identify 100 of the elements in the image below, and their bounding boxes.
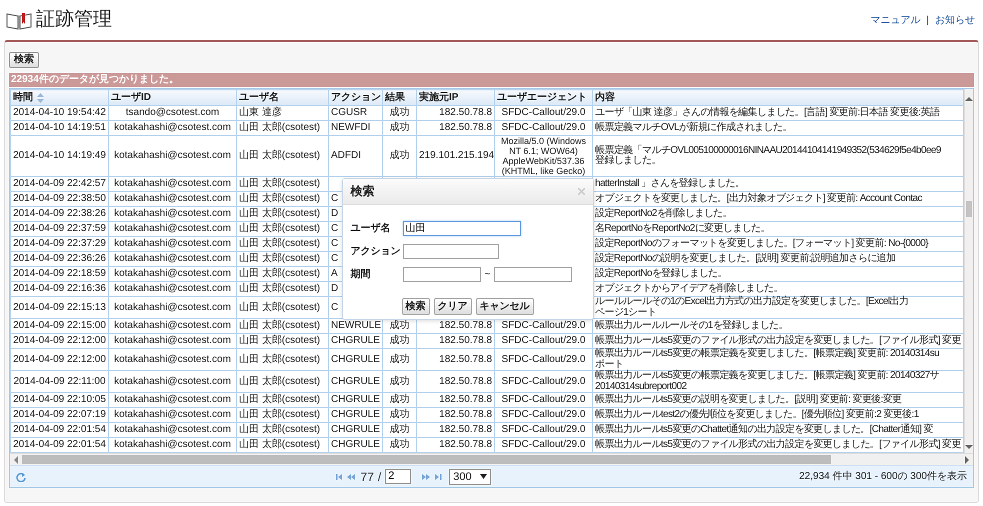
- user-name-cell: 山田 太郎(csotest): [236, 176, 328, 192]
- result-cell: 成功: [382, 408, 416, 422]
- user-agent-cell: SFDC-Callout/29.0: [494, 106, 592, 120]
- action-cell: ADFDI: [328, 136, 382, 176]
- action-cell: NEWFDI: [328, 120, 382, 136]
- ip-cell: 182.50.78.8: [416, 422, 494, 438]
- result-cell: 成功: [382, 120, 416, 136]
- user-name-cell: 山田 太郎(csotest): [236, 348, 328, 370]
- column-header[interactable]: ユーザID: [108, 90, 236, 106]
- page-number: 77: [360, 468, 374, 486]
- time-cell: 2014-04-09 22:12:00: [10, 348, 108, 370]
- input-field[interactable]: 山田: [402, 220, 520, 236]
- refresh-icon[interactable]: [16, 472, 26, 482]
- user-name-cell: 山田 太郎(csotest): [236, 266, 328, 282]
- user-name-cell: 山田 太郎(csotest): [236, 408, 328, 422]
- column-header[interactable]: 実施元IP: [416, 90, 494, 106]
- ip-cell: 182.50.78.8: [416, 106, 494, 120]
- user-id-cell: kotakahashi@csotest.com: [108, 176, 236, 192]
- user-agent-cell: SFDC-Callout/29.0: [494, 120, 592, 136]
- column-header[interactable]: ユーザ名: [236, 90, 328, 106]
- ip-cell: 182.50.78.8: [416, 392, 494, 408]
- page-size-select[interactable]: 300: [449, 468, 491, 484]
- user-name-cell: 山田 太郎(csotest): [236, 296, 328, 318]
- time-cell: 2014-04-09 22:36:26: [10, 252, 108, 266]
- dialog-button[interactable]: クリア: [434, 298, 472, 314]
- ip-cell: 219.101.215.194: [416, 136, 494, 176]
- column-header[interactable]: アクション: [328, 90, 382, 106]
- user-name-cell: 山田 太郎(csotest): [236, 222, 328, 236]
- column-header[interactable]: 結果: [382, 90, 416, 106]
- user-agent-cell: SFDC-Callout/29.0: [494, 422, 592, 438]
- content-line: 帳票出力ルールts5変更の帳票定義を変更しました。[帳票定義] 変更前: 20140327サ: [595, 371, 940, 382]
- range-separator: ~: [484, 268, 490, 282]
- scroll-down-icon[interactable]: [965, 445, 973, 449]
- user-agent-cell: SFDC-Callout/29.0: [494, 370, 592, 392]
- page-separator: /: [378, 468, 382, 486]
- time-cell: 2014-04-09 22:15:00: [10, 318, 108, 334]
- header-link[interactable]: お知らせ: [935, 12, 975, 28]
- user-name-cell: 山田 太郎(csotest): [236, 120, 328, 136]
- user-id-cell: kotakahashi@csotest.com: [108, 222, 236, 236]
- time-cell: 2014-04-09 22:07:19: [10, 408, 108, 422]
- result-cell: 成功: [382, 392, 416, 408]
- time-cell: 2014-04-09 22:15:13: [10, 296, 108, 318]
- input-field[interactable]: [402, 266, 480, 282]
- column-header[interactable]: ユーザエージェント: [494, 90, 592, 106]
- result-cell: 成功: [382, 348, 416, 370]
- search-button[interactable]: 検索: [9, 52, 39, 68]
- user-id-cell: kotakahashi@csotest.com: [108, 236, 236, 252]
- user-name-cell: 山田 太郎(csotest): [236, 136, 328, 176]
- ip-cell: 182.50.78.8: [416, 370, 494, 392]
- user-name-cell: 山田 太郎(csotest): [236, 282, 328, 296]
- next-page-icon[interactable]: [421, 472, 432, 480]
- scroll-up-icon[interactable]: [965, 97, 973, 101]
- last-page-icon[interactable]: [432, 472, 444, 480]
- action-cell: CGUSR: [328, 106, 382, 120]
- content-line: 帳票出力ルールts5変更の帳票定義を変更しました。[帳票定義] 変更前: 20140314su: [595, 349, 940, 359]
- ip-cell: 182.50.78.8: [416, 334, 494, 348]
- previous-page-icon[interactable]: [346, 472, 357, 480]
- content-cell: hatterInstall 」さんを登録しました。: [592, 176, 964, 192]
- action-cell: CHGRULE: [328, 334, 382, 348]
- time-cell: 2014-04-10 14:19:51: [10, 120, 108, 136]
- result-cell: 成功: [382, 422, 416, 438]
- time-cell: 2014-04-09 22:42:57: [10, 176, 108, 192]
- user-id-cell: kotakahashi@csotest.com: [108, 252, 236, 266]
- scrollbar-thumb[interactable]: [966, 201, 972, 217]
- time-cell: 2014-04-10 19:54:42: [10, 106, 108, 120]
- user-name-cell: 山東 達彦: [236, 106, 328, 120]
- input-field[interactable]: [402, 244, 498, 258]
- user-agent-cell: SFDC-Callout/29.0: [494, 408, 592, 422]
- content-cell: 帳票出力ルールts5変更の説明を変更しました。[説明] 変更前: 変更後:変更: [592, 392, 964, 408]
- content-line: ポート: [595, 360, 624, 370]
- result-banner: 22934件のデータが見つかりました。: [9, 73, 974, 87]
- caret-icon: [480, 474, 487, 479]
- page-input[interactable]: 2: [385, 469, 412, 484]
- result-cell: 成功: [382, 106, 416, 120]
- vertical-scrollbar[interactable]: [964, 89, 973, 453]
- action-cell: CHGRULE: [328, 408, 382, 422]
- dialog-button[interactable]: 検索: [402, 298, 430, 314]
- close-icon[interactable]: [578, 188, 584, 194]
- time-cell: 2014-04-10 14:19:49: [10, 136, 108, 176]
- scrollbar-thumb[interactable]: [22, 455, 831, 464]
- time-cell: 2014-04-09 22:12:00: [10, 334, 108, 348]
- input-field[interactable]: [494, 266, 572, 282]
- content-line: 20140314subreport002: [595, 382, 688, 392]
- horizontal-scrollbar[interactable]: [10, 453, 973, 465]
- link-separator: |: [926, 14, 929, 28]
- page-title: 証跡管理: [36, 8, 112, 32]
- content-line: ページ1シート: [595, 308, 658, 318]
- dialog-button[interactable]: キャンセル: [476, 298, 534, 314]
- header-link[interactable]: マニュアル: [870, 12, 920, 28]
- user-name-cell: 山田 太郎(csotest): [236, 252, 328, 266]
- column-header[interactable]: 時間: [10, 90, 108, 106]
- time-cell: 2014-04-09 22:01:54: [10, 422, 108, 438]
- user-id-cell: kotakahashi@csotest.com: [108, 370, 236, 392]
- time-cell: 2014-04-09 22:18:59: [10, 266, 108, 282]
- user-name-cell: 山田 太郎(csotest): [236, 370, 328, 392]
- user-id-cell: kotakahashi@csotest.com: [108, 206, 236, 222]
- ip-cell: 182.50.78.8: [416, 408, 494, 422]
- column-header[interactable]: 内容: [592, 90, 964, 106]
- user-id-cell: kotakahashi@csotest.com: [108, 408, 236, 422]
- user-agent-cell: SFDC-Callout/29.0: [494, 392, 592, 408]
